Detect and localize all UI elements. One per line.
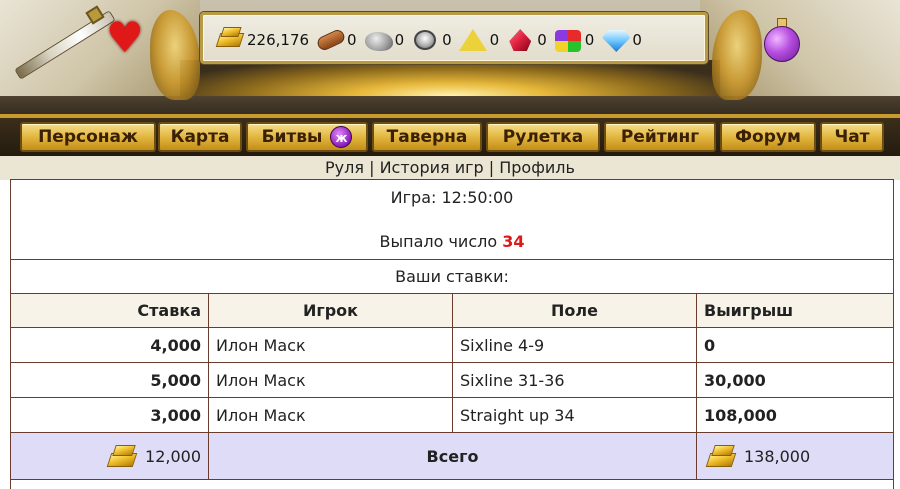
win-cell: 0 [696,328,893,362]
bet-cell: 5,000 [150,370,201,390]
resource-wood: 0 [315,27,357,53]
resource-crystal: 0 [505,27,547,53]
gold-icon [215,27,245,53]
nav-label: Рулетка [502,127,584,147]
subnav-roulette-link[interactable]: Руля [325,158,364,177]
diamond-icon [600,27,631,53]
resource-iron: 0 [410,27,452,53]
table-header-row: Ставка Игрок Поле Выигрыш [11,293,893,327]
field-cell: Straight up 34 [452,398,696,432]
subnav-profile-link[interactable]: Профиль [499,158,575,177]
nav-label: Таверна [386,127,468,147]
header-field: Поле [452,294,696,327]
nav-label: Персонаж [38,127,138,147]
bets-title-row: Ваши ставки: [11,259,893,293]
bet-total: 12,000 [145,446,201,466]
bet-total-cell: 12,000 [11,433,208,479]
field-cell: Sixline 31-36 [452,363,696,397]
nav-tavern-button[interactable]: Таверна [372,122,482,152]
totals-label: Всего [208,433,696,479]
resource-diamond: 0 [600,27,642,53]
resource-value: 0 [394,31,405,49]
win-total: 138,000 [744,446,811,466]
table-row: 3,000 Илон Маск Straight up 34 108,000 [11,397,893,432]
game-result-panel: Игра: 12:50:00 Выпало число 34 Ваши став… [10,179,894,489]
nav-character-button[interactable]: Персонаж [20,122,156,152]
resources-panel: 226,176 0 0 0 0 0 0 0 [200,12,708,64]
iron-icon [410,27,440,53]
table-row: 4,000 Илон Маск Sixline 4-9 0 [11,327,893,362]
main-nav: Персонаж Карта Битвы ж Таверна Рулетка Р… [0,118,900,156]
nav-forum-button[interactable]: Форум [720,122,816,152]
result-number: 34 [502,232,525,251]
subnav-separator: | [483,158,500,177]
nav-battles-button[interactable]: Битвы ж [246,122,368,152]
subnav-history-link[interactable]: История игр [380,158,484,177]
totals-row: 12,000 Всего 138,000 [11,432,893,480]
result-label: Выпало число [379,232,498,251]
roulette-subnav: Руля | История игр | Профиль [0,156,900,180]
header-win: Выигрыш [696,294,893,327]
field-cell: Sixline 4-9 [452,328,696,362]
resource-value: 0 [489,31,500,49]
nav-rating-button[interactable]: Рейтинг [604,122,716,152]
result-line: Выпало число 34 [11,232,893,251]
resource-value: 0 [632,31,642,49]
crystal-icon [505,27,535,53]
resource-value: 0 [584,31,595,49]
resource-value: 0 [442,31,452,49]
header-bet: Ставка [137,301,201,320]
win-cell: 108,000 [696,398,893,432]
nav-roulette-button[interactable]: Рулетка [486,122,600,152]
wood-icon [315,27,347,53]
bets-title: Ваши ставки: [395,267,509,286]
player-cell: Илон Маск [208,328,452,362]
nav-chat-button[interactable]: Чат [820,122,884,152]
header-player: Игрок [208,294,452,327]
gold-icon [105,441,141,471]
subnav-separator: | [364,158,380,177]
heart-icon[interactable]: ♥ [104,17,146,59]
nav-label: Форум [735,127,801,147]
nav-label: Рейтинг [620,127,700,147]
gold-icon [704,441,740,471]
win-cell: 30,000 [696,363,893,397]
resource-value: 0 [347,31,357,49]
battles-badge-icon: ж [330,126,353,148]
potion-icon[interactable] [762,18,802,62]
player-cell: Илон Маск [208,398,452,432]
bet-cell: 4,000 [150,335,201,355]
sulfur-icon [458,27,488,53]
gems-icon [553,27,583,53]
nav-label: Битвы [261,127,323,147]
resource-value: 0 [537,31,547,49]
game-time: Игра: 12:50:00 [390,188,514,207]
nav-map-button[interactable]: Карта [158,122,242,152]
resource-gold: 226,176 [215,27,309,53]
game-info-row: Игра: 12:50:00 Выпало число 34 [11,179,893,259]
bet-cell: 3,000 [150,405,201,425]
table-row: 5,000 Илон Маск Sixline 31-36 30,000 [11,362,893,397]
resource-stone: 0 [363,27,405,53]
player-cell: Илон Маск [208,363,452,397]
resource-gems: 0 [553,27,595,53]
nav-label: Карта [170,127,230,147]
resource-sulfur: 0 [458,27,500,53]
stone-icon [363,27,393,53]
resource-value: 226,176 [247,31,310,49]
win-total-cell: 138,000 [696,433,893,479]
nav-label: Чат [834,127,870,147]
